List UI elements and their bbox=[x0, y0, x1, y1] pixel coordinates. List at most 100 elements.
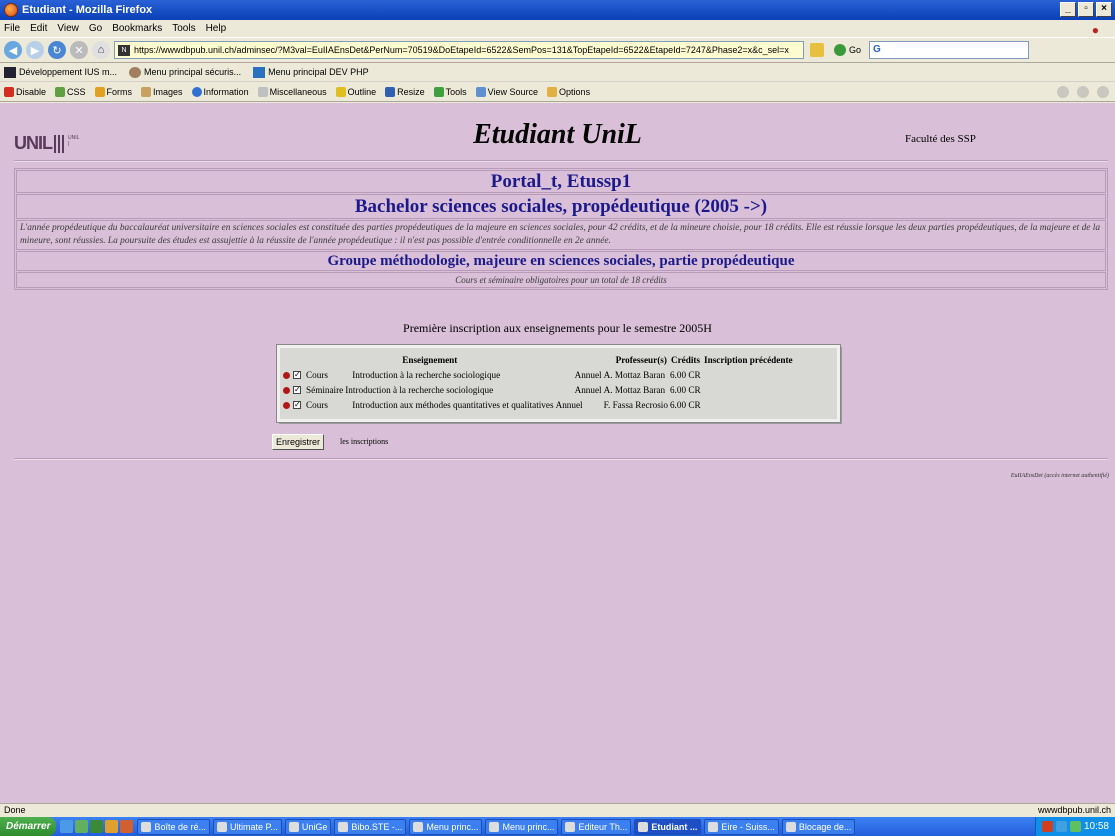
information-icon bbox=[191, 86, 202, 97]
task-icon bbox=[413, 821, 424, 832]
taskbar-item-active[interactable]: Etudiant ... bbox=[634, 818, 702, 835]
start-button[interactable]: Démarrer bbox=[0, 817, 57, 836]
view-source-icon bbox=[475, 86, 486, 97]
course-type: Cours bbox=[306, 369, 328, 380]
url-bar[interactable]: N https://wwwdbpub.unil.ch/adminsec/?M3v… bbox=[114, 41, 804, 59]
groupe-heading: Groupe méthodologie, majeure en sciences… bbox=[16, 251, 1106, 271]
taskbar-item[interactable]: Boîte de ré... bbox=[137, 818, 211, 835]
home-icon[interactable]: ⌂ bbox=[92, 41, 110, 59]
taskbar-item[interactable]: Menu princ... bbox=[485, 818, 559, 835]
outline-icon bbox=[335, 86, 346, 97]
enroll-checkbox[interactable]: ✓ bbox=[293, 386, 301, 395]
task-icon bbox=[217, 821, 228, 832]
forward-icon[interactable]: ▶ bbox=[26, 41, 44, 59]
taskbar-item[interactable]: Editeur Th... bbox=[561, 818, 632, 835]
taskbar-item[interactable]: Blocage de... bbox=[781, 818, 856, 835]
tray-icon[interactable] bbox=[1069, 821, 1081, 832]
validation-icon[interactable] bbox=[1057, 86, 1069, 98]
course-credits: 6.00 CR bbox=[669, 399, 701, 410]
window-title: Etudiant - Mozilla Firefox bbox=[22, 4, 153, 16]
course-credits: 6.00 CR bbox=[669, 384, 701, 395]
menu-file[interactable]: File bbox=[4, 23, 20, 34]
menu-bar: File Edit View Go Bookmarks Tools Help ● bbox=[0, 20, 1115, 37]
task-icon bbox=[141, 821, 152, 832]
resize-icon bbox=[385, 86, 396, 97]
premiere-inscription-label: Première inscription aux enseignements p… bbox=[403, 321, 712, 335]
reload-icon[interactable]: ↻ bbox=[48, 41, 66, 59]
bookmark-icon bbox=[4, 66, 16, 78]
maximize-button[interactable]: ▫ bbox=[1078, 2, 1094, 17]
lock-icon[interactable] bbox=[810, 43, 824, 57]
course-title: Introduction à la recherche sociologique bbox=[345, 384, 494, 395]
bookmark-icon bbox=[129, 66, 142, 78]
tray-icon[interactable] bbox=[1055, 821, 1067, 832]
webdev-options[interactable]: Options bbox=[547, 86, 590, 97]
table-row: ✓ Cours Introduction à la recherche soci… bbox=[282, 367, 795, 382]
webdev-css[interactable]: CSS bbox=[55, 86, 86, 97]
course-type: Séminaire bbox=[306, 384, 344, 395]
taskbar-item[interactable]: Menu princ... bbox=[409, 818, 483, 835]
minimize-button[interactable]: _ bbox=[1060, 2, 1076, 17]
webdev-view-source[interactable]: View Source bbox=[475, 86, 538, 97]
divider bbox=[14, 458, 1108, 460]
enseignements-table: Enseignement Professeur(s) Crédits Inscr… bbox=[282, 353, 795, 412]
enroll-checkbox[interactable]: ✓ bbox=[293, 371, 301, 380]
course-professor: A. Mottaz Baran bbox=[603, 384, 666, 395]
bookmark-icon bbox=[253, 66, 266, 78]
taskbar-item[interactable]: Eire - Suiss... bbox=[704, 818, 779, 835]
info-icon[interactable] bbox=[1077, 86, 1089, 98]
webdev-images[interactable]: Images bbox=[141, 86, 183, 97]
task-icon bbox=[565, 821, 576, 832]
task-icon bbox=[489, 821, 500, 832]
course-period: Annuel bbox=[574, 384, 602, 395]
bookmark-item[interactable]: Développement IUS m... bbox=[4, 66, 117, 78]
quicklaunch-icon[interactable] bbox=[105, 820, 119, 833]
bookmark-item[interactable]: Menu principal DEV PHP bbox=[253, 66, 369, 78]
miscellaneous-icon bbox=[257, 86, 268, 97]
quicklaunch-icon[interactable] bbox=[60, 820, 74, 833]
back-icon[interactable]: ◀ bbox=[4, 41, 22, 59]
navigation-toolbar: ◀ ▶ ↻ ✕ ⌂ N https://wwwdbpub.unil.ch/adm… bbox=[0, 37, 1115, 63]
menu-edit[interactable]: Edit bbox=[30, 23, 47, 34]
menu-help[interactable]: Help bbox=[206, 23, 227, 34]
menu-go[interactable]: Go bbox=[89, 23, 102, 34]
webdev-miscellaneous[interactable]: Miscellaneous bbox=[257, 86, 327, 97]
tools-icon bbox=[433, 86, 444, 97]
quicklaunch-icon[interactable] bbox=[75, 820, 89, 833]
footer-link[interactable]: EuIIAEnsDet (accès internet authentifié) bbox=[1011, 473, 1109, 479]
enroll-checkbox[interactable]: ✓ bbox=[293, 401, 301, 410]
quicklaunch-icon[interactable] bbox=[120, 820, 134, 833]
webdev-information[interactable]: Information bbox=[191, 86, 249, 97]
throbber-icon: ● bbox=[1091, 23, 1099, 37]
taskbar-item[interactable]: UniGe bbox=[284, 818, 332, 835]
status-text: Done bbox=[4, 805, 26, 815]
taskbar-item[interactable]: Ultimate P... bbox=[213, 818, 282, 835]
webdev-tools[interactable]: Tools bbox=[433, 86, 467, 97]
task-icon bbox=[785, 821, 796, 832]
taskbar-item[interactable]: Bibo.STE -... bbox=[334, 818, 407, 835]
webdev-disable[interactable]: Disable bbox=[4, 86, 46, 97]
bookmark-item[interactable]: Menu principal sécuris... bbox=[129, 66, 241, 78]
stop-icon[interactable]: ✕ bbox=[70, 41, 88, 59]
webdev-forms[interactable]: Forms bbox=[94, 86, 132, 97]
menu-tools[interactable]: Tools bbox=[172, 23, 195, 34]
window-titlebar: Etudiant - Mozilla Firefox _ ▫ × bbox=[0, 0, 1115, 20]
status-host: wwwdbpub.unil.ch bbox=[1037, 805, 1111, 815]
webdev-resize[interactable]: Resize bbox=[385, 86, 425, 97]
save-button[interactable]: Enregistrer bbox=[272, 434, 325, 450]
menu-bookmarks[interactable]: Bookmarks bbox=[112, 23, 162, 34]
tray-icon[interactable] bbox=[1041, 821, 1053, 832]
page-header: UNIL UNIL | Etudiant UniL Faculté des SSP bbox=[0, 103, 1115, 161]
quicklaunch-icon[interactable] bbox=[90, 820, 104, 833]
system-tray: 10:58 bbox=[1034, 817, 1115, 836]
search-input[interactable]: G bbox=[869, 41, 1030, 59]
menu-view[interactable]: View bbox=[57, 23, 79, 34]
forms-icon bbox=[94, 86, 105, 97]
go-button[interactable]: Go bbox=[834, 44, 861, 56]
close-button[interactable]: × bbox=[1096, 2, 1112, 17]
url-text: https://wwwdbpub.unil.ch/adminsec/?M3val… bbox=[134, 45, 789, 55]
status-icon[interactable] bbox=[1097, 86, 1109, 98]
table-row: ✓ Séminaire Introduction à la recherche … bbox=[282, 382, 795, 397]
webdev-outline[interactable]: Outline bbox=[335, 86, 376, 97]
css-icon bbox=[55, 86, 66, 97]
